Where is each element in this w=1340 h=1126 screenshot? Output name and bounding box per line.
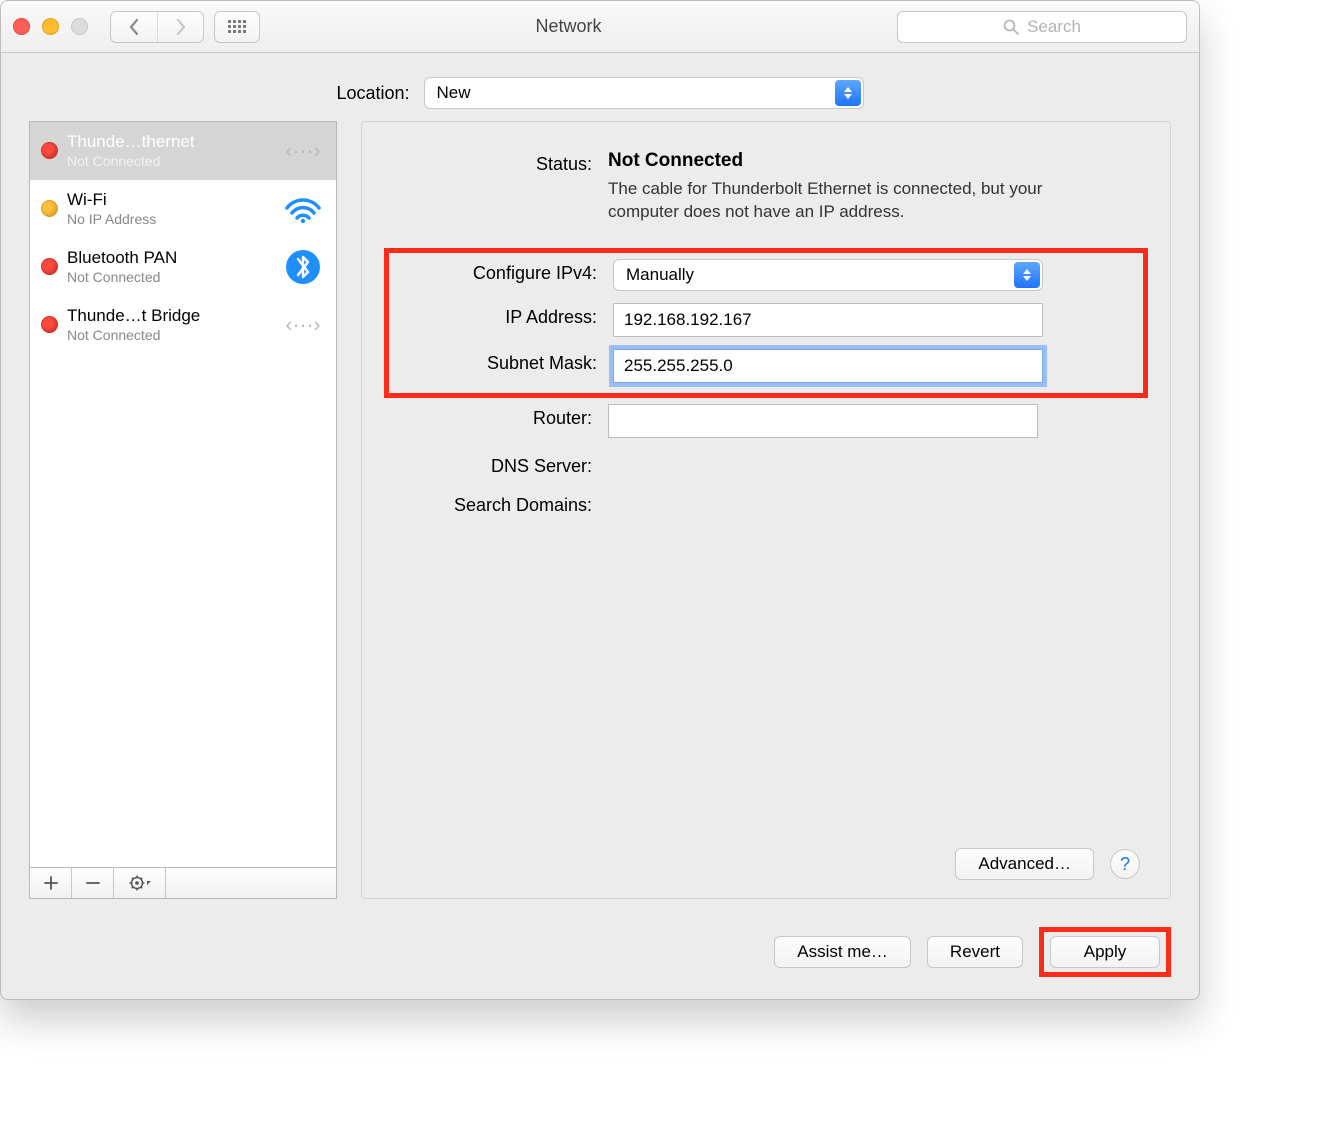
forward-button[interactable] bbox=[157, 12, 203, 42]
ip-address-input[interactable] bbox=[613, 303, 1043, 337]
window-controls bbox=[13, 18, 88, 35]
location-label: Location: bbox=[336, 83, 409, 104]
status-label: Status: bbox=[392, 150, 592, 175]
gear-icon bbox=[129, 875, 151, 891]
connection-item-bluetooth-pan[interactable]: Bluetooth PAN Not Connected bbox=[30, 238, 336, 296]
add-connection-button[interactable] bbox=[30, 868, 72, 898]
detail-panel: Status: Not Connected The cable for Thun… bbox=[361, 121, 1171, 899]
status-value: Not Connected bbox=[608, 150, 1140, 172]
location-value: New bbox=[437, 83, 471, 103]
window-title: Network bbox=[270, 16, 887, 37]
connection-name: Thunde…t Bridge bbox=[67, 306, 272, 326]
configure-ipv4-select[interactable]: Manually bbox=[613, 259, 1043, 291]
connection-status: Not Connected bbox=[67, 327, 272, 343]
remove-connection-button[interactable] bbox=[72, 868, 114, 898]
network-prefs-window: Network Search Location: New Thunde…ther… bbox=[0, 0, 1200, 1000]
advanced-button[interactable]: Advanced… bbox=[955, 848, 1094, 880]
nav-segment bbox=[110, 11, 204, 43]
revert-button[interactable]: Revert bbox=[927, 936, 1023, 968]
plus-icon bbox=[44, 876, 58, 890]
grid-icon bbox=[228, 20, 246, 33]
connections-list: Thunde…thernet Not Connected ‹···› Wi-Fi… bbox=[29, 121, 337, 867]
status-dot-icon bbox=[42, 143, 57, 158]
status-row: Status: Not Connected The cable for Thun… bbox=[392, 150, 1140, 224]
connection-status: Not Connected bbox=[67, 269, 272, 285]
connection-status: No IP Address bbox=[67, 211, 272, 227]
connection-item-thunderbolt-bridge[interactable]: Thunde…t Bridge Not Connected ‹···› bbox=[30, 296, 336, 354]
ethernet-icon: ‹···› bbox=[282, 312, 324, 338]
subnet-mask-label: Subnet Mask: bbox=[397, 349, 597, 374]
connection-name: Wi-Fi bbox=[67, 190, 272, 210]
wifi-icon bbox=[282, 194, 324, 224]
router-label: Router: bbox=[392, 404, 592, 429]
apply-button[interactable]: Apply bbox=[1050, 936, 1160, 968]
minus-icon bbox=[86, 876, 100, 890]
search-domains-label: Search Domains: bbox=[392, 491, 592, 516]
ip-address-label: IP Address: bbox=[397, 303, 597, 328]
connections-toolbar bbox=[29, 867, 337, 899]
status-dot-icon bbox=[42, 201, 57, 216]
close-window-button[interactable] bbox=[13, 18, 30, 35]
ipv4-value: Manually bbox=[626, 265, 694, 285]
status-description: The cable for Thunderbolt Ethernet is co… bbox=[608, 178, 1068, 224]
status-dot-icon bbox=[42, 259, 57, 274]
svg-text:‹···›: ‹···› bbox=[286, 139, 321, 162]
apply-highlight: Apply bbox=[1039, 927, 1171, 977]
connections-sidebar: Thunde…thernet Not Connected ‹···› Wi-Fi… bbox=[29, 121, 337, 899]
minimize-window-button[interactable] bbox=[42, 18, 59, 35]
dns-label: DNS Server: bbox=[392, 452, 592, 477]
search-icon bbox=[1003, 19, 1019, 35]
ethernet-icon: ‹···› bbox=[282, 138, 324, 164]
search-field[interactable]: Search bbox=[897, 11, 1187, 43]
connection-status: Not Connected bbox=[67, 153, 272, 169]
ipv4-label: Configure IPv4: bbox=[397, 259, 597, 284]
ipv4-highlight: Configure IPv4: Manually IP Address: bbox=[384, 248, 1148, 398]
chevron-right-icon bbox=[174, 18, 188, 36]
location-select[interactable]: New bbox=[424, 77, 864, 109]
connection-name: Thunde…thernet bbox=[67, 132, 272, 152]
show-all-button[interactable] bbox=[214, 11, 260, 43]
zoom-window-button[interactable] bbox=[71, 18, 88, 35]
search-placeholder: Search bbox=[1027, 17, 1081, 37]
router-input[interactable] bbox=[608, 404, 1038, 438]
status-dot-icon bbox=[42, 317, 57, 332]
updown-caret-icon bbox=[1014, 262, 1040, 288]
chevron-left-icon bbox=[127, 18, 141, 36]
back-button[interactable] bbox=[111, 12, 157, 42]
subnet-mask-input[interactable] bbox=[613, 349, 1043, 383]
connection-name: Bluetooth PAN bbox=[67, 248, 272, 268]
svg-text:‹···›: ‹···› bbox=[286, 313, 321, 336]
titlebar: Network Search bbox=[1, 1, 1199, 53]
connection-item-wifi[interactable]: Wi-Fi No IP Address bbox=[30, 180, 336, 238]
bottom-button-bar: Assist me… Revert Apply bbox=[1, 911, 1199, 999]
action-menu-button[interactable] bbox=[114, 868, 166, 898]
help-icon: ? bbox=[1120, 854, 1130, 875]
updown-caret-icon bbox=[835, 80, 861, 106]
location-row: Location: New bbox=[1, 53, 1199, 121]
connection-item-thunderbolt-ethernet[interactable]: Thunde…thernet Not Connected ‹···› bbox=[30, 122, 336, 180]
bluetooth-icon bbox=[282, 249, 324, 285]
assist-me-button[interactable]: Assist me… bbox=[774, 936, 911, 968]
help-button[interactable]: ? bbox=[1110, 849, 1140, 879]
